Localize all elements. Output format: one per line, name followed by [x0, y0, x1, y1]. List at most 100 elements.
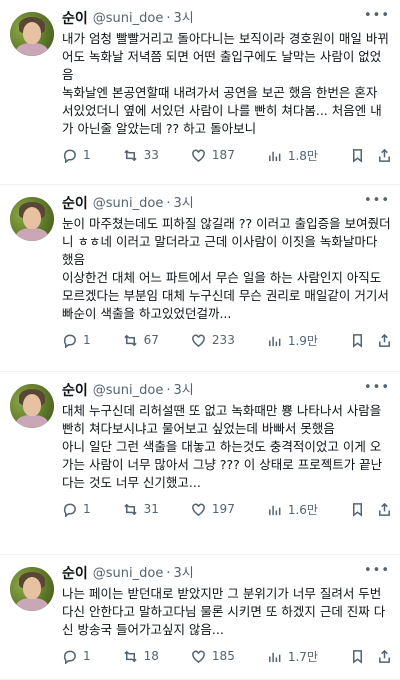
- timestamp[interactable]: 3시: [173, 10, 193, 28]
- tweet[interactable]: 순이 @suni_doe · 3시 ••• 눈이 마주쳤는데도 피하질 않길래 …: [0, 185, 400, 372]
- views-button[interactable]: 1.6만: [267, 501, 318, 518]
- bookmark-icon: [352, 502, 362, 517]
- views-icon: [268, 505, 281, 515]
- retweet-count: 33: [143, 148, 159, 162]
- tweet[interactable]: 순이 @suni_doe · 3시 ••• 내가 엄청 빨빨거리고 돌아다니는 …: [0, 0, 400, 185]
- separator-dot: ·: [166, 11, 171, 26]
- more-options-icon[interactable]: •••: [364, 193, 390, 208]
- display-name[interactable]: 순이: [62, 382, 88, 400]
- reply-icon: [63, 650, 76, 664]
- avatar[interactable]: [10, 384, 54, 428]
- tweet[interactable]: 순이 @suni_doe · 3시 ••• 대체 누구신데 리허설땐 또 없고 …: [0, 372, 400, 555]
- share-icon: [379, 148, 390, 162]
- retweet-count: 18: [143, 649, 159, 663]
- like-count: 185: [211, 649, 235, 663]
- like-count: 187: [211, 148, 235, 162]
- views-button[interactable]: 1.7만: [267, 648, 318, 665]
- more-options-icon[interactable]: •••: [364, 380, 390, 395]
- handle[interactable]: @suni_doe: [93, 10, 164, 28]
- like-count: 233: [211, 333, 235, 347]
- reply-count: 1: [83, 148, 91, 162]
- display-name[interactable]: 순이: [62, 10, 88, 28]
- reply-icon: [63, 149, 76, 163]
- views-icon: [268, 336, 281, 346]
- tweet-header: 순이 @suni_doe · 3시: [62, 565, 388, 583]
- retweet-icon: [123, 503, 137, 515]
- heart-icon: [192, 503, 205, 516]
- bookmark-button[interactable]: [350, 333, 365, 348]
- retweet-button[interactable]: 31: [123, 502, 159, 517]
- view-count: 1.6만: [287, 502, 318, 517]
- avatar[interactable]: [10, 197, 54, 241]
- share-icon: [379, 649, 390, 663]
- avatar[interactable]: [10, 567, 54, 611]
- reply-button[interactable]: 1: [62, 649, 91, 664]
- like-button[interactable]: 233: [191, 333, 235, 348]
- tweet[interactable]: 순이 @suni_doe · 3시 ••• 나는 페이는 받던대로 받았지만 그…: [0, 555, 400, 680]
- separator-dot: ·: [166, 566, 171, 581]
- retweet-button[interactable]: 67: [123, 333, 159, 348]
- bookmark-button[interactable]: [350, 649, 365, 664]
- more-options-icon[interactable]: •••: [364, 8, 390, 23]
- tweet-text: 내가 엄청 빨빨거리고 돌아다니는 보직이라 경호원이 매일 바뀌어도 녹화날 …: [62, 31, 389, 136]
- reply-count: 1: [83, 502, 91, 516]
- display-name[interactable]: 순이: [62, 565, 88, 583]
- separator-dot: ·: [166, 383, 171, 398]
- handle[interactable]: @suni_doe: [93, 195, 164, 213]
- timestamp[interactable]: 3시: [173, 565, 193, 583]
- share-icon: [379, 502, 390, 516]
- views-icon: [268, 652, 281, 662]
- reply-button[interactable]: 1: [62, 148, 91, 163]
- bookmark-icon: [352, 148, 362, 163]
- tweet-actions: 1 33 187 1.8만: [62, 140, 392, 170]
- bookmark-button[interactable]: [350, 502, 365, 517]
- view-count: 1.9만: [287, 333, 318, 348]
- tweet-header: 순이 @suni_doe · 3시: [62, 10, 388, 28]
- share-button[interactable]: [377, 148, 392, 163]
- tweet-actions: 1 31 197 1.6만: [62, 494, 392, 524]
- view-count: 1.7만: [287, 649, 318, 664]
- more-options-icon[interactable]: •••: [364, 563, 390, 578]
- tweet-text: 나는 페이는 받던대로 받았지만 그 분위기가 너무 질려서 두번다신 안한다고…: [62, 586, 386, 637]
- reply-icon: [63, 334, 76, 348]
- share-button[interactable]: [377, 333, 392, 348]
- tweet-feed: 순이 @suni_doe · 3시 ••• 내가 엄청 빨빨거리고 돌아다니는 …: [0, 0, 400, 680]
- separator-dot: ·: [166, 196, 171, 211]
- handle[interactable]: @suni_doe: [93, 382, 164, 400]
- retweet-button[interactable]: 33: [123, 148, 159, 163]
- timestamp[interactable]: 3시: [173, 382, 193, 400]
- share-button[interactable]: [377, 502, 392, 517]
- like-button[interactable]: 187: [191, 148, 235, 163]
- heart-icon: [192, 149, 205, 162]
- timestamp[interactable]: 3시: [173, 195, 193, 213]
- retweet-icon: [123, 334, 137, 346]
- views-button[interactable]: 1.8만: [267, 147, 318, 164]
- tweet-actions: 1 18 185 1.7만: [62, 641, 392, 671]
- handle[interactable]: @suni_doe: [93, 565, 164, 583]
- share-button[interactable]: [377, 649, 392, 664]
- heart-icon: [192, 334, 205, 347]
- reply-button[interactable]: 1: [62, 333, 91, 348]
- avatar[interactable]: [10, 12, 54, 56]
- reply-count: 1: [83, 333, 91, 347]
- like-button[interactable]: 197: [191, 502, 235, 517]
- bookmark-icon: [352, 649, 362, 664]
- reply-icon: [63, 503, 76, 517]
- tweet-text: 대체 누구신데 리허설땐 또 없고 녹화때만 뿅 나타나서 사람을 빤히 쳐다보…: [62, 403, 383, 490]
- bookmark-button[interactable]: [350, 148, 365, 163]
- retweet-icon: [123, 149, 137, 161]
- like-button[interactable]: 185: [191, 649, 235, 664]
- tweet-actions: 1 67 233 1.9만: [62, 325, 392, 355]
- views-icon: [268, 151, 281, 161]
- share-icon: [379, 333, 390, 347]
- display-name[interactable]: 순이: [62, 195, 88, 213]
- retweet-count: 67: [143, 333, 159, 347]
- heart-icon: [192, 650, 205, 663]
- view-count: 1.8만: [287, 148, 318, 163]
- reply-count: 1: [83, 649, 91, 663]
- views-button[interactable]: 1.9만: [267, 332, 318, 349]
- retweet-count: 31: [143, 502, 159, 516]
- retweet-button[interactable]: 18: [123, 649, 159, 664]
- reply-button[interactable]: 1: [62, 502, 91, 517]
- tweet-header: 순이 @suni_doe · 3시: [62, 382, 388, 400]
